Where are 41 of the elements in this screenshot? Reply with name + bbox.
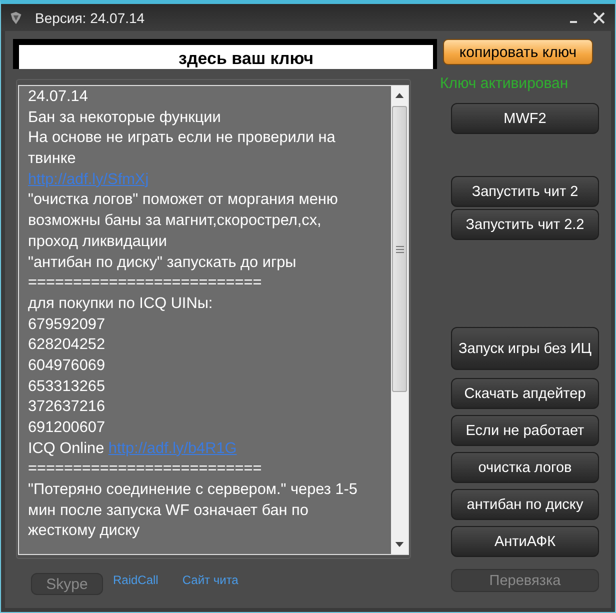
text-line: 691200607: [28, 419, 106, 436]
text-line: 679592097: [28, 316, 106, 333]
status-text: Ключ активирован: [440, 75, 570, 92]
text-line: мин после запуска WF означает бан по: [28, 502, 308, 519]
text-line: проход ликвидации: [28, 232, 167, 250]
scroll-down-icon[interactable]: [395, 542, 404, 547]
text-line: "Потеряно соединение с сервером." через 1-5: [28, 481, 358, 498]
action-button[interactable]: Если не работает: [451, 415, 599, 446]
window-title: Версия: 24.07.14: [35, 10, 145, 26]
text-line: жесткому диску: [28, 522, 140, 540]
scrollbar[interactable]: [391, 86, 408, 554]
text-line: для покупки по ICQ UINы:: [28, 294, 213, 312]
key-field[interactable]: здесь ваш ключ: [13, 39, 437, 69]
text-line: 628204252: [28, 336, 106, 354]
action-button[interactable]: очистка логов: [451, 452, 599, 483]
copy-key-button[interactable]: копировать ключ: [443, 39, 593, 65]
action-button[interactable]: Запустить чит 2: [451, 176, 599, 207]
text-line: 372637216: [28, 398, 106, 416]
action-button[interactable]: Запустить чит 2.2: [451, 209, 599, 240]
action-button[interactable]: MWF2: [451, 103, 599, 134]
text-line: возможны баны за магнит,скорострел,сх,: [28, 212, 322, 230]
text-line: твинке: [28, 150, 76, 168]
action-button[interactable]: Запуск игры без ИЦ: [451, 327, 599, 370]
text-line: 653313265: [28, 378, 106, 395]
text-line: ICQ Online: [28, 440, 106, 457]
text-line: На основе не играть если не проверили на: [28, 129, 336, 146]
text-line: 604976069: [28, 356, 106, 374]
text-line: Бан за некоторые функции: [28, 108, 221, 126]
text-line: "очистка логов" поможет от моргания меню: [28, 191, 338, 208]
scroll-thumb[interactable]: [392, 106, 407, 392]
action-button[interactable]: антибан по диску: [451, 489, 599, 520]
action-button[interactable]: Скачать апдейтер: [451, 378, 599, 409]
text-line: "антибан по диску" запускать до игры: [28, 254, 296, 270]
grip-icon: [396, 246, 404, 252]
close-icon[interactable]: [593, 12, 605, 24]
scroll-up-icon[interactable]: [395, 93, 404, 98]
text-line: ==========================: [28, 274, 262, 292]
text-line: ==========================: [28, 460, 262, 478]
app-icon: [9, 10, 23, 24]
text-line: 24.07.14: [28, 88, 88, 105]
action-button[interactable]: АнтиАФК: [451, 526, 599, 557]
